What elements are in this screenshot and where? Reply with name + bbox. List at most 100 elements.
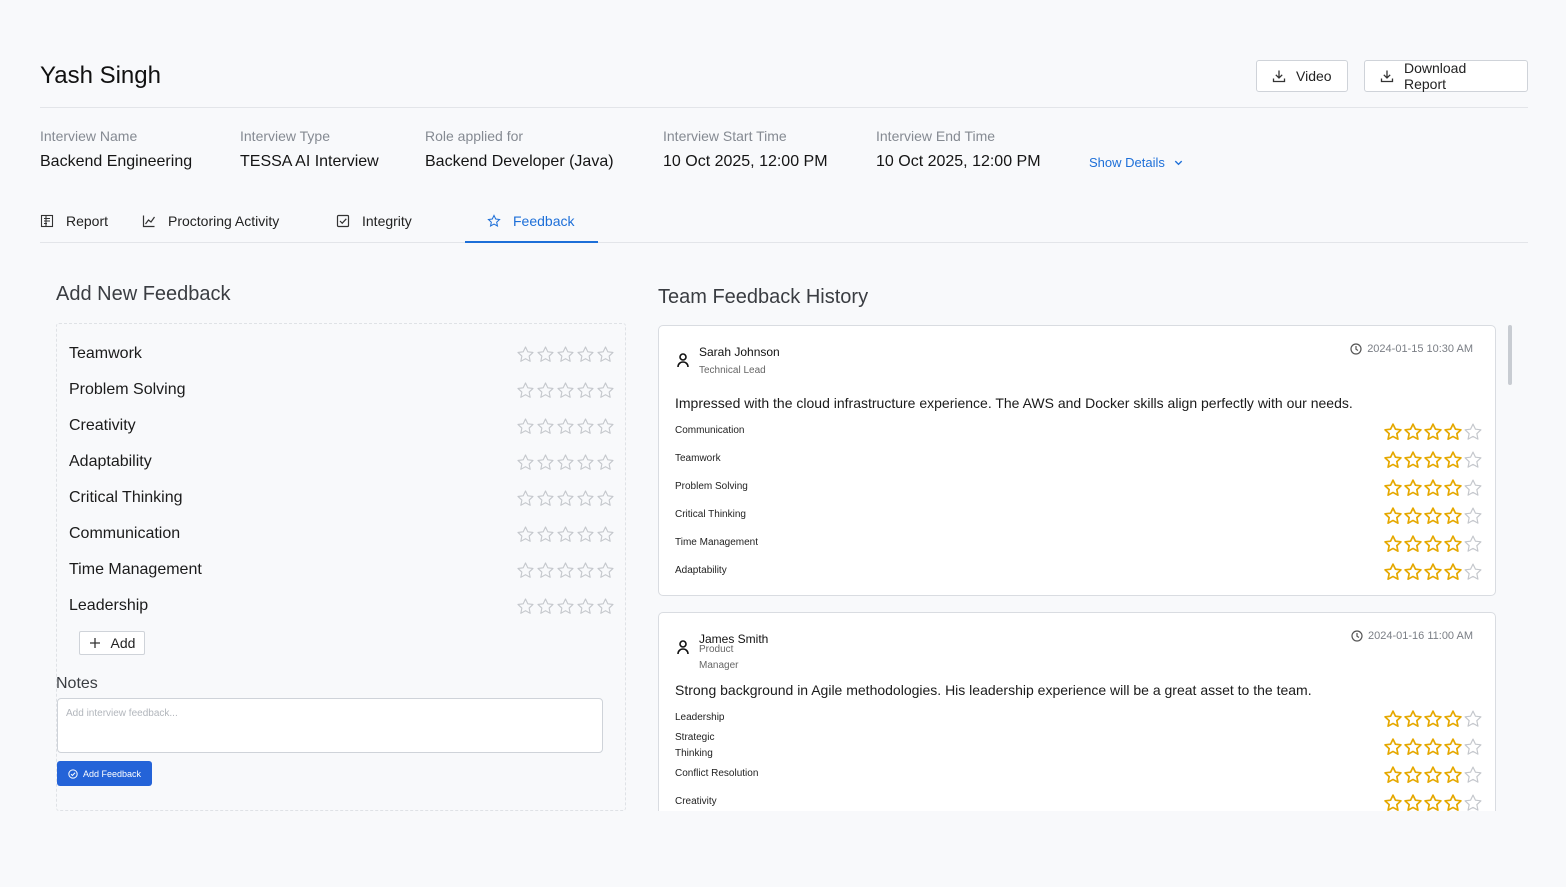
star-rating[interactable] <box>516 489 615 508</box>
star-filled-icon <box>1404 423 1422 440</box>
star-empty-icon[interactable] <box>596 381 615 400</box>
star-empty-icon[interactable] <box>536 381 555 400</box>
star-empty-icon[interactable] <box>516 453 535 472</box>
star-filled-icon <box>1404 563 1422 580</box>
star-empty-icon[interactable] <box>516 561 535 580</box>
star-filled-icon <box>1444 738 1462 755</box>
star-filled-icon <box>1384 710 1402 727</box>
star-empty-icon[interactable] <box>556 417 575 436</box>
star-rating[interactable] <box>516 597 615 616</box>
meta-label: Interview End Time <box>876 128 996 144</box>
star-empty-icon[interactable] <box>556 525 575 544</box>
report-icon <box>40 214 54 227</box>
scrollbar-thumb[interactable] <box>1508 325 1512 385</box>
video-download-button[interactable]: Video <box>1256 60 1348 92</box>
star-filled-icon <box>1424 766 1442 783</box>
star-empty-icon[interactable] <box>596 453 615 472</box>
criterion-label: Leadership <box>69 597 149 614</box>
star-empty-icon[interactable] <box>576 597 595 616</box>
star-empty-icon[interactable] <box>516 597 535 616</box>
star-rating[interactable] <box>516 525 615 544</box>
criterion-label: Teamwork <box>69 345 142 362</box>
rating-row: Communication <box>675 422 1483 444</box>
star-empty-icon[interactable] <box>536 597 555 616</box>
download-report-label: Download Report <box>1403 60 1467 92</box>
star-empty-icon[interactable] <box>536 417 555 436</box>
tab-report[interactable]: Report <box>40 200 108 243</box>
tab-label: Integrity <box>362 212 412 229</box>
star-empty-icon[interactable] <box>556 561 575 580</box>
star-filled-icon <box>1424 535 1442 552</box>
star-rating <box>1383 506 1483 526</box>
star-empty-icon[interactable] <box>536 453 555 472</box>
meta-role-applied: Role applied for Backend Developer (Java… <box>425 128 614 171</box>
star-rating[interactable] <box>516 453 615 472</box>
show-details-toggle[interactable]: Show Details <box>1089 155 1184 170</box>
star-filled-icon <box>1424 451 1442 468</box>
star-icon <box>487 213 501 227</box>
star-empty-icon[interactable] <box>596 561 615 580</box>
notes-input[interactable] <box>57 698 603 753</box>
feedback-card: James Smith Product Manager 2024-01-16 11:0… <box>658 612 1496 811</box>
tab-proctoring-activity[interactable]: Proctoring Activity <box>142 200 279 243</box>
star-empty-icon[interactable] <box>556 453 575 472</box>
star-rating[interactable] <box>516 417 615 436</box>
star-filled-icon <box>1444 479 1462 496</box>
star-filled-icon <box>1444 710 1462 727</box>
star-empty-icon[interactable] <box>576 525 595 544</box>
star-rating <box>1383 422 1483 442</box>
star-empty-icon[interactable] <box>516 345 535 364</box>
star-rating[interactable] <box>516 381 615 400</box>
reviewer-role: Technical Lead <box>699 365 766 376</box>
star-empty-icon[interactable] <box>596 597 615 616</box>
star-empty-icon[interactable] <box>576 381 595 400</box>
tab-integrity[interactable]: Integrity <box>336 200 412 243</box>
star-empty-icon[interactable] <box>536 525 555 544</box>
add-criterion-button[interactable]: Add <box>79 631 145 655</box>
star-empty-icon[interactable] <box>596 489 615 508</box>
star-empty-icon[interactable] <box>556 345 575 364</box>
star-filled-icon <box>1384 479 1402 496</box>
criterion-label: Critical Thinking <box>69 489 183 506</box>
star-empty-icon[interactable] <box>556 597 575 616</box>
star-empty-icon[interactable] <box>516 525 535 544</box>
star-empty-icon[interactable] <box>576 453 595 472</box>
star-empty-icon <box>1464 766 1482 783</box>
star-empty-icon[interactable] <box>596 345 615 364</box>
rating-label: Conflict Resolution <box>675 768 759 779</box>
star-rating[interactable] <box>516 345 615 364</box>
star-empty-icon[interactable] <box>576 561 595 580</box>
star-rating[interactable] <box>516 561 615 580</box>
star-empty-icon[interactable] <box>556 381 575 400</box>
star-empty-icon <box>1464 479 1482 496</box>
meta-label: Interview Type <box>240 128 331 144</box>
meta-interview-name: Interview Name Backend Engineering <box>40 128 192 171</box>
add-feedback-label: Add Feedback <box>82 768 142 779</box>
star-empty-icon[interactable] <box>536 489 555 508</box>
star-empty-icon[interactable] <box>596 525 615 544</box>
star-empty-icon[interactable] <box>516 489 535 508</box>
add-feedback-button[interactable]: Add Feedback <box>57 761 152 786</box>
star-empty-icon[interactable] <box>536 345 555 364</box>
rating-row: Strategic Thinking <box>675 732 1483 759</box>
tab-label: Feedback <box>513 212 575 229</box>
star-empty-icon[interactable] <box>576 489 595 508</box>
star-empty-icon[interactable] <box>516 417 535 436</box>
star-filled-icon <box>1444 507 1462 524</box>
download-report-button[interactable]: Download Report <box>1364 60 1528 92</box>
criterion-row: Critical Thinking <box>69 486 615 510</box>
feedback-history-list[interactable]: Sarah Johnson Technical Lead 2024-01-15 10… <box>658 325 1514 811</box>
tab-feedback[interactable]: Feedback <box>465 200 599 243</box>
feedback-timestamp: 2024-01-16 11:00 AM <box>1351 630 1473 642</box>
star-empty-icon[interactable] <box>556 489 575 508</box>
star-empty-icon[interactable] <box>596 417 615 436</box>
star-empty-icon[interactable] <box>516 381 535 400</box>
star-empty-icon[interactable] <box>576 345 595 364</box>
star-filled-icon <box>1424 507 1442 524</box>
criterion-row: Problem Solving <box>69 378 615 402</box>
star-filled-icon <box>1404 794 1422 811</box>
star-empty-icon[interactable] <box>536 561 555 580</box>
star-empty-icon[interactable] <box>576 417 595 436</box>
checkbox-icon <box>336 214 350 227</box>
star-filled-icon <box>1404 451 1422 468</box>
